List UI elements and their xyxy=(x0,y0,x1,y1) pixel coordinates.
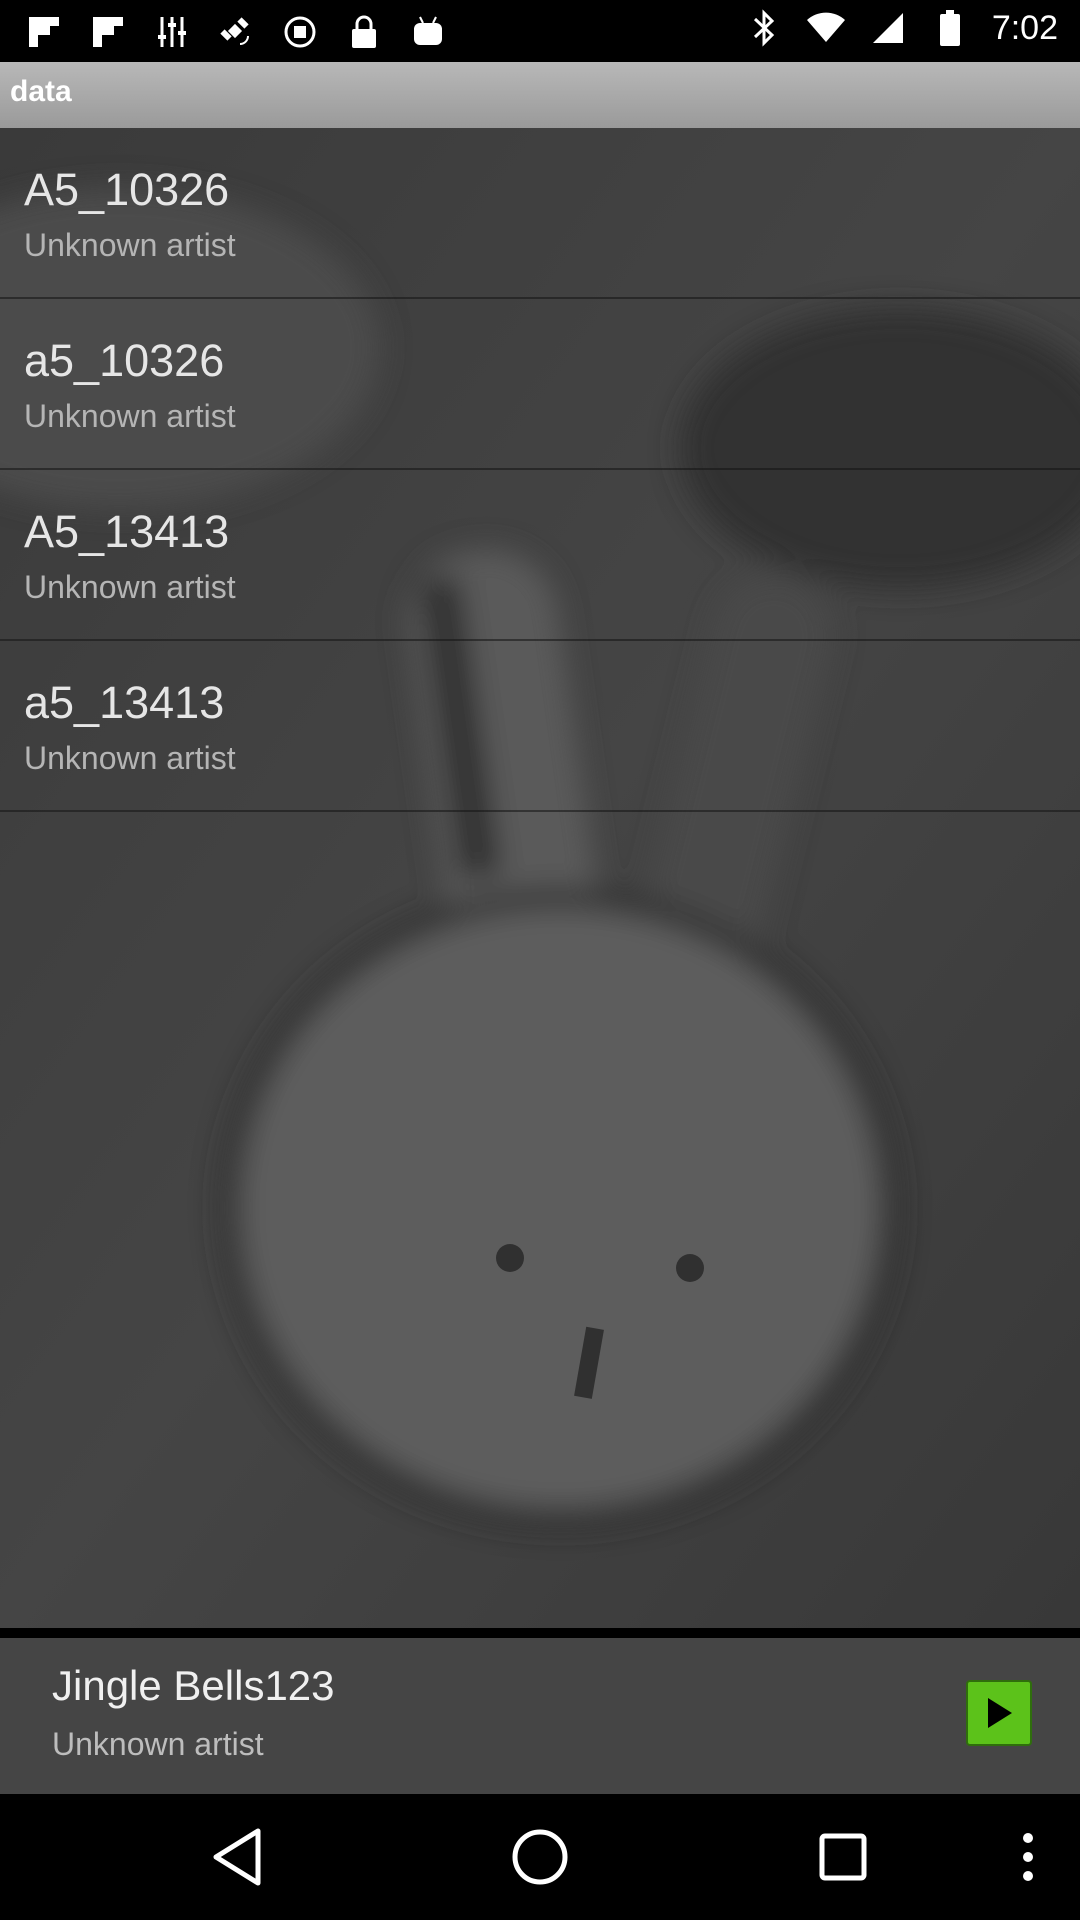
android-icon xyxy=(408,12,448,52)
bluetooth-icon xyxy=(744,8,784,48)
play-button[interactable] xyxy=(966,1680,1032,1746)
song-artist: Unknown artist xyxy=(24,398,236,434)
song-list-area[interactable]: A5_10326 Unknown artist a5_10326 Unknown… xyxy=(0,128,1080,1628)
more-icon xyxy=(1023,1833,1033,1881)
list-item[interactable]: a5_13413 Unknown artist xyxy=(0,641,1080,812)
play-icon xyxy=(988,1698,1012,1728)
home-icon xyxy=(512,1829,568,1885)
lock-icon xyxy=(344,12,384,52)
song-title: A5_13413 xyxy=(24,506,230,557)
song-title: A5_10326 xyxy=(24,164,230,215)
song-artist: Unknown artist xyxy=(24,740,236,776)
song-artist: Unknown artist xyxy=(24,227,236,263)
home-button[interactable] xyxy=(507,1824,573,1890)
song-list: A5_10326 Unknown artist a5_10326 Unknown… xyxy=(0,128,1080,812)
list-item[interactable]: A5_10326 Unknown artist xyxy=(0,128,1080,299)
recents-button[interactable] xyxy=(810,1824,876,1890)
more-options-button[interactable] xyxy=(995,1824,1061,1890)
song-title: a5_13413 xyxy=(24,677,225,728)
list-item[interactable]: a5_10326 Unknown artist xyxy=(0,299,1080,470)
recents-icon xyxy=(819,1833,867,1881)
now-playing-bar[interactable]: Jingle Bells123 Unknown artist xyxy=(0,1638,1080,1794)
status-time: 7:02 xyxy=(991,8,1058,47)
app-header: data xyxy=(0,62,1080,128)
back-button[interactable] xyxy=(204,1824,270,1890)
equalizer-icon xyxy=(152,12,192,52)
now-playing-title: Jingle Bells123 xyxy=(52,1662,335,1709)
status-bar: 7:02 xyxy=(0,0,1080,62)
blocked-icon xyxy=(280,12,320,52)
flipboard-icon xyxy=(24,12,64,52)
battery-icon xyxy=(930,8,970,48)
page-title: data xyxy=(10,75,72,108)
signal-icon xyxy=(868,8,908,48)
song-artist: Unknown artist xyxy=(24,569,236,605)
system-nav-bar xyxy=(0,1794,1080,1920)
wifi-icon xyxy=(806,8,846,48)
song-title: a5_10326 xyxy=(24,335,225,386)
back-icon xyxy=(213,1828,261,1886)
list-item[interactable]: A5_13413 Unknown artist xyxy=(0,470,1080,641)
flipboard-icon xyxy=(88,12,128,52)
now-playing-artist: Unknown artist xyxy=(52,1726,264,1762)
satellite-icon xyxy=(216,12,256,52)
